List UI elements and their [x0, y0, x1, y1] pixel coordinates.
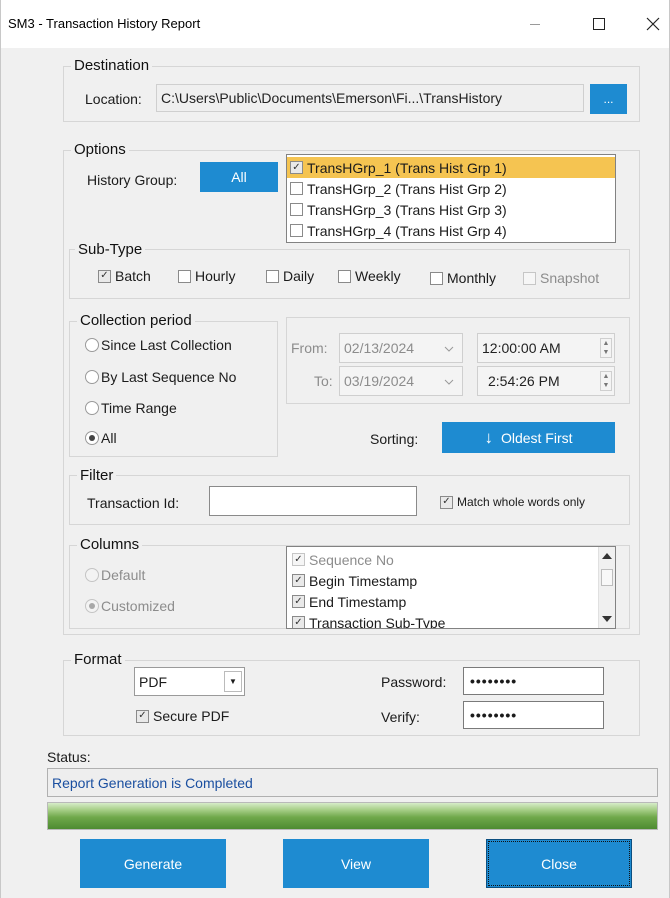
history-group-label: History Group: — [87, 172, 178, 188]
checkbox-icon — [523, 271, 536, 285]
to-time-picker[interactable]: 2:54:26 PM ▲ ▼ — [477, 366, 615, 396]
generate-button[interactable]: Generate — [80, 839, 226, 888]
maximize-button[interactable] — [579, 8, 619, 40]
verify-label: Verify: — [381, 709, 420, 725]
format-title: Format — [71, 651, 125, 668]
from-time-picker[interactable]: 12:00:00 AM ▲ ▼ — [477, 333, 615, 363]
batch-checkbox[interactable]: ✓ Batch — [98, 268, 151, 284]
radio-icon — [85, 338, 99, 352]
close-window-button[interactable] — [633, 8, 670, 40]
status-message: Report Generation is Completed — [47, 768, 658, 797]
browse-button[interactable]: ... — [590, 84, 627, 114]
from-label: From: — [291, 340, 328, 356]
checkbox-icon — [178, 269, 191, 283]
status-label: Status: — [47, 749, 91, 765]
since-last-collection-radio[interactable]: Since Last Collection — [85, 337, 232, 353]
checkbox-icon[interactable]: ✓ — [290, 161, 303, 174]
list-item[interactable]: ✓ TransHGrp_1 (Trans Hist Grp 1) — [287, 157, 615, 178]
history-group-list[interactable]: ✓ TransHGrp_1 (Trans Hist Grp 1) TransHG… — [286, 154, 616, 243]
title-bar: SM3 - Transaction History Report — [1, 0, 669, 48]
from-date-picker[interactable]: 02/13/2024 — [339, 333, 463, 363]
customized-columns-radio[interactable]: Customized — [85, 598, 175, 614]
maximize-icon — [593, 18, 605, 30]
minimize-icon — [530, 23, 540, 25]
password-input[interactable]: •••••••• — [463, 667, 604, 695]
checkbox-icon: ✓ — [292, 574, 305, 587]
minimize-button[interactable] — [515, 8, 555, 40]
to-label: To: — [314, 373, 333, 389]
checkbox-icon — [338, 269, 351, 283]
chevron-down-icon — [444, 379, 454, 385]
scroll-up-icon[interactable] — [602, 553, 612, 559]
chevron-down-icon[interactable]: ▼ — [224, 671, 242, 692]
format-select[interactable]: PDF ▼ — [134, 667, 245, 696]
checkbox-icon: ✓ — [440, 495, 453, 509]
list-item[interactable]: TransHGrp_3 (Trans Hist Grp 3) — [287, 199, 615, 220]
all-groups-button[interactable]: All — [200, 162, 278, 192]
transaction-id-input[interactable] — [209, 486, 417, 516]
list-item[interactable]: ✓ Begin Timestamp — [287, 570, 615, 591]
options-title: Options — [71, 141, 129, 158]
checkbox-icon: ✓ — [136, 709, 149, 723]
columns-list[interactable]: ✓ Sequence No ✓ Begin Timestamp ✓ End Times… — [286, 546, 616, 629]
chevron-down-icon — [444, 346, 454, 352]
hourly-checkbox[interactable]: Hourly — [178, 268, 235, 284]
location-field[interactable]: C:\Users\Public\Documents\Emerson\Fi...\… — [156, 84, 584, 112]
sort-order-button[interactable]: ↓ Oldest First — [442, 422, 615, 453]
list-item[interactable]: TransHGrp_4 (Trans Hist Grp 4) — [287, 220, 615, 241]
columns-scrollbar[interactable] — [598, 547, 615, 628]
radio-icon — [85, 401, 99, 415]
daily-checkbox[interactable]: Daily — [266, 268, 314, 284]
close-icon — [646, 17, 660, 31]
by-last-sequence-radio[interactable]: By Last Sequence No — [85, 369, 236, 385]
snapshot-checkbox[interactable]: Snapshot — [523, 270, 599, 286]
filter-title: Filter — [77, 467, 117, 484]
match-whole-words-checkbox[interactable]: ✓ Match whole words only — [440, 495, 585, 509]
checkbox-icon[interactable] — [290, 224, 303, 237]
checkbox-icon — [430, 271, 443, 285]
location-label: Location: — [85, 91, 142, 107]
radio-icon — [85, 431, 99, 445]
view-button[interactable]: View — [283, 839, 429, 888]
list-item[interactable]: ✓ Transaction Sub-Type — [287, 612, 615, 628]
progress-fill — [48, 803, 657, 829]
spinner-icon[interactable]: ▲ ▼ — [600, 338, 612, 358]
checkbox-icon: ✓ — [292, 553, 305, 566]
radio-icon — [85, 370, 99, 384]
sorting-label: Sorting: — [370, 431, 419, 447]
spinner-icon[interactable]: ▲ ▼ — [600, 371, 612, 391]
secure-pdf-checkbox[interactable]: ✓ Secure PDF — [136, 708, 229, 724]
scroll-down-icon[interactable] — [602, 616, 612, 622]
radio-icon — [85, 568, 99, 582]
close-button[interactable]: Close — [486, 839, 632, 888]
password-label: Password: — [381, 674, 447, 690]
weekly-checkbox[interactable]: Weekly — [338, 268, 401, 284]
all-radio[interactable]: All — [85, 430, 117, 446]
collection-title: Collection period — [77, 312, 195, 329]
progress-bar — [47, 802, 658, 830]
destination-title: Destination — [71, 57, 153, 74]
verify-input[interactable]: •••••••• — [463, 701, 604, 729]
default-columns-radio[interactable]: Default — [85, 567, 145, 583]
subtype-title: Sub-Type — [75, 241, 146, 258]
list-item[interactable]: TransHGrp_2 (Trans Hist Grp 2) — [287, 178, 615, 199]
report-window: SM3 - Transaction History Report Destina… — [0, 0, 670, 898]
arrow-down-icon: ↓ — [484, 427, 493, 447]
monthly-checkbox[interactable]: Monthly — [430, 270, 496, 286]
checkbox-icon — [266, 269, 279, 283]
checkbox-icon[interactable] — [290, 203, 303, 216]
transaction-id-label: Transaction Id: — [87, 495, 180, 511]
checkbox-icon: ✓ — [98, 269, 111, 283]
checkbox-icon: ✓ — [292, 595, 305, 608]
to-date-picker[interactable]: 03/19/2024 — [339, 366, 463, 396]
radio-icon — [85, 599, 99, 613]
checkbox-icon: ✓ — [292, 616, 305, 628]
scroll-thumb[interactable] — [601, 569, 613, 586]
window-title: SM3 - Transaction History Report — [8, 16, 201, 31]
list-item[interactable]: ✓ Sequence No — [287, 549, 615, 570]
checkbox-icon[interactable] — [290, 182, 303, 195]
time-range-radio[interactable]: Time Range — [85, 400, 177, 416]
columns-title: Columns — [77, 536, 143, 553]
list-item[interactable]: ✓ End Timestamp — [287, 591, 615, 612]
